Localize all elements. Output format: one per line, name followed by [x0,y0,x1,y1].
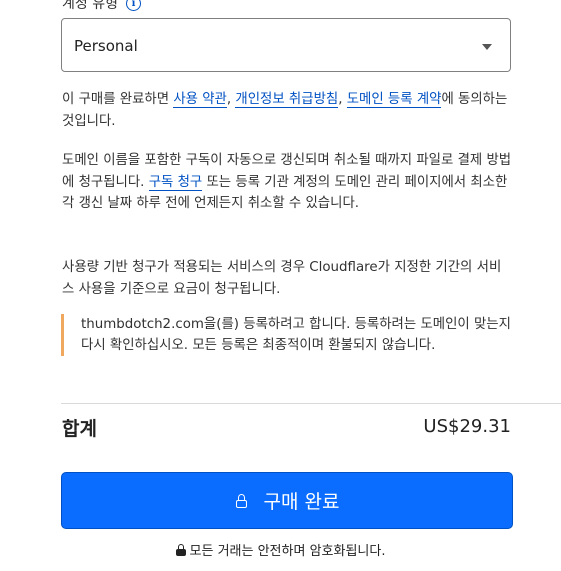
secure-transaction-note: 모든 거래는 안전하며 암호화됩니다. [0,540,561,559]
info-icon[interactable]: i [125,0,141,11]
total-label: 합계 [62,418,97,440]
divider [61,403,561,404]
subscription-billing-link[interactable]: 구독 청구 [148,174,203,191]
account-type-select[interactable]: Personal [61,18,511,72]
lock-icon [235,493,248,509]
terms-of-use-link[interactable]: 사용 약관 [173,92,227,108]
lock-icon [175,543,186,556]
account-type-label-row: 계정 유형 i [62,0,141,13]
total-value: US$29.31 [423,416,511,437]
account-type-label: 계정 유형 [62,0,118,12]
usage-billing-paragraph: 사용량 기반 청구가 적용되는 서비스의 경우 Cloudflare가 지정한 … [62,260,502,297]
domain-confirmation-notice: thumbdotch2.com을(를) 등록하려고 합니다. 등록하려는 도메인… [61,314,511,356]
complete-purchase-button[interactable]: 구매 완료 [61,472,513,529]
complete-purchase-label: 구매 완료 [263,491,340,513]
renewal-paragraph: 도메인 이름을 포함한 구독이 자동으로 갱신되며 취소될 때까지 파일로 결제… [62,150,512,215]
secure-note-text: 모든 거래는 안전하며 암호화됩니다. [189,544,386,559]
terms-prefix: 이 구매를 완료하면 [62,92,174,107]
privacy-policy-link[interactable]: 개인정보 취급방침 [235,92,339,108]
terms-separator: , [338,92,347,107]
chevron-down-icon [482,44,492,50]
terms-paragraph: 이 구매를 완료하면 사용 약관, 개인정보 취급방침, 도메인 등록 계약에 … [62,89,512,132]
domain-registration-agreement-link[interactable]: 도메인 등록 계약 [346,92,442,108]
account-type-selected-value: Personal [74,37,138,55]
